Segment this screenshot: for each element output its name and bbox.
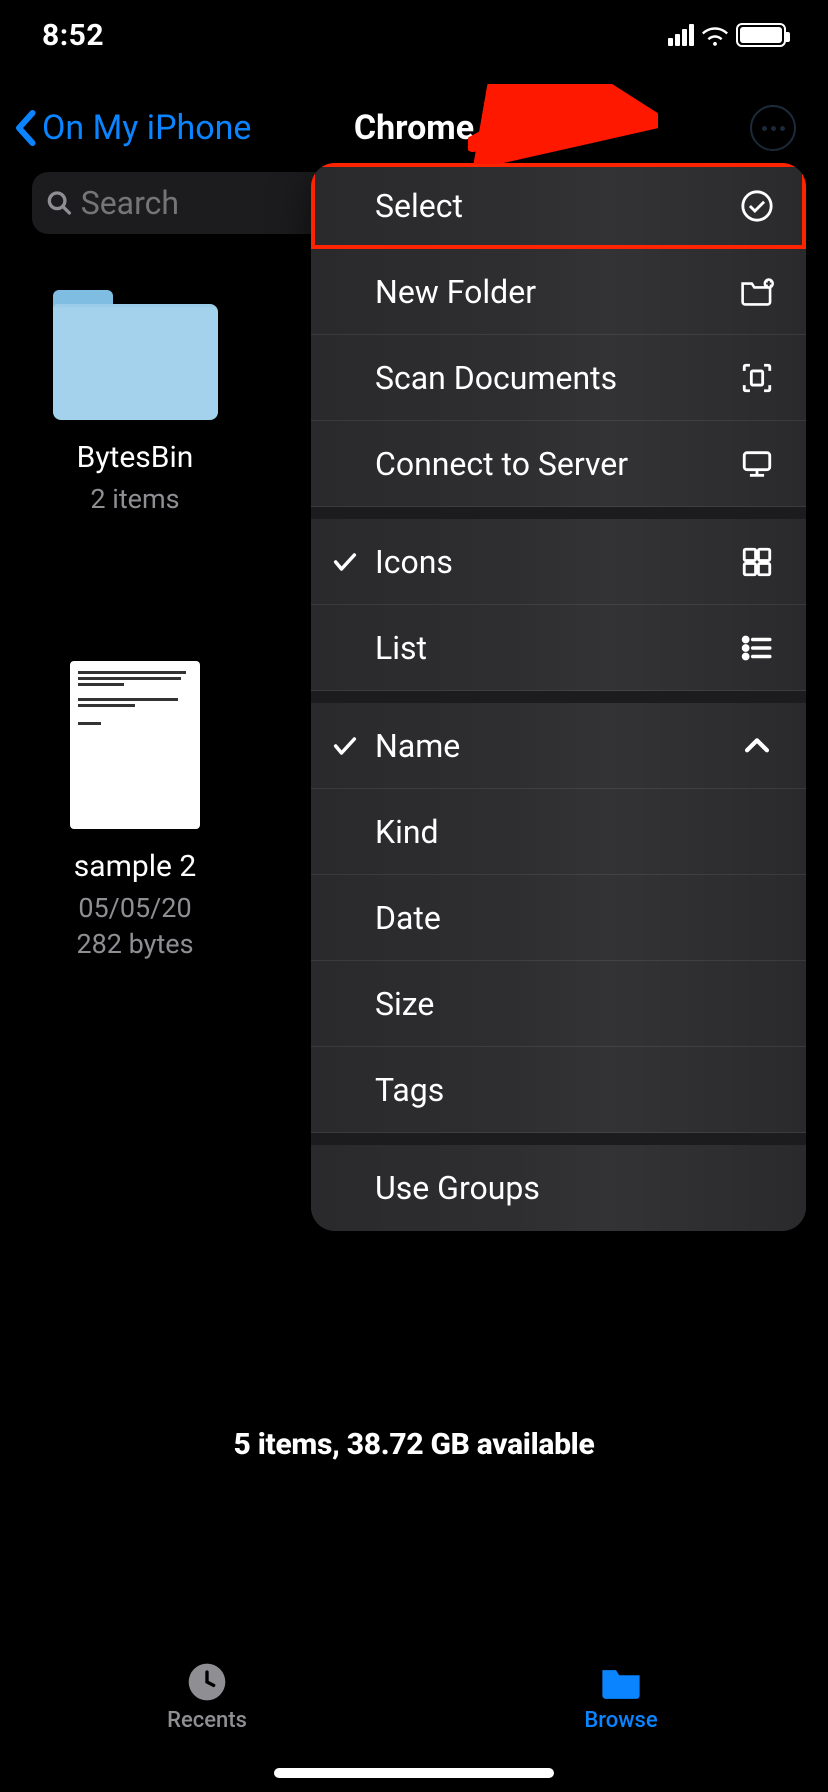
server-icon <box>740 447 774 481</box>
status-icons <box>668 23 786 47</box>
menu-size-label: Size <box>375 985 434 1023</box>
menu-use-groups[interactable]: Use Groups <box>311 1145 806 1231</box>
select-check-icon <box>740 189 774 223</box>
more-button[interactable] <box>750 105 796 151</box>
folder-icon <box>53 290 218 420</box>
new-folder-icon <box>740 275 774 309</box>
storage-info: 5 items, 38.72 GB available <box>0 1427 828 1462</box>
menu-scan-label: Scan Documents <box>375 359 617 397</box>
menu-sort-kind[interactable]: Kind <box>311 789 806 875</box>
menu-sort-date[interactable]: Date <box>311 875 806 961</box>
tab-recents[interactable]: Recents <box>0 1642 414 1752</box>
list-icon <box>740 631 774 665</box>
menu-groups-label: Use Groups <box>375 1169 540 1207</box>
menu-sort-tags[interactable]: Tags <box>311 1047 806 1133</box>
menu-connect-label: Connect to Server <box>375 445 628 483</box>
battery-icon <box>736 23 786 47</box>
page-title: Chrome <box>354 108 474 148</box>
document-date: 05/05/20 <box>78 892 191 924</box>
tab-recents-label: Recents <box>167 1708 247 1733</box>
context-menu: Select New Folder Scan Documents Connect… <box>311 163 806 1231</box>
folder-subtitle: 2 items <box>90 483 179 515</box>
cellular-icon <box>668 24 694 46</box>
status-bar: 8:52 <box>0 0 828 70</box>
status-time: 8:52 <box>42 18 104 53</box>
folder-item[interactable]: BytesBin 2 items <box>30 290 240 515</box>
menu-select-label: Select <box>375 187 463 225</box>
chevron-left-icon <box>14 110 36 146</box>
menu-kind-label: Kind <box>375 813 439 851</box>
menu-sort-size[interactable]: Size <box>311 961 806 1047</box>
back-label: On My iPhone <box>42 108 251 148</box>
menu-list-label: List <box>375 629 427 667</box>
nav-bar: On My iPhone Chrome <box>0 98 828 158</box>
home-indicator[interactable] <box>274 1768 554 1778</box>
menu-name-label: Name <box>375 727 460 765</box>
menu-connect-server[interactable]: Connect to Server <box>311 421 806 507</box>
file-column: BytesBin 2 items sample 2 05/05/20 282 b… <box>30 290 240 960</box>
document-item[interactable]: sample 2 05/05/20 282 bytes <box>30 661 240 960</box>
check-icon <box>331 732 359 760</box>
check-icon <box>331 548 359 576</box>
menu-view-list[interactable]: List <box>311 605 806 691</box>
tab-bar: Recents Browse <box>0 1642 828 1752</box>
scan-icon <box>740 361 774 395</box>
document-title: sample 2 <box>74 849 196 884</box>
menu-view-icons[interactable]: Icons <box>311 519 806 605</box>
tab-browse[interactable]: Browse <box>414 1642 828 1752</box>
menu-new-folder-label: New Folder <box>375 273 536 311</box>
grid-icon <box>740 545 774 579</box>
menu-new-folder[interactable]: New Folder <box>311 249 806 335</box>
folder-tab-icon <box>599 1662 643 1702</box>
menu-tags-label: Tags <box>375 1071 444 1109</box>
menu-sort-name[interactable]: Name <box>311 703 806 789</box>
search-icon <box>46 189 73 217</box>
back-button[interactable]: On My iPhone <box>0 108 251 148</box>
menu-icons-label: Icons <box>375 543 453 581</box>
wifi-icon <box>702 24 728 46</box>
document-icon <box>70 661 200 829</box>
menu-scan-documents[interactable]: Scan Documents <box>311 335 806 421</box>
document-size: 282 bytes <box>76 928 193 960</box>
clock-icon <box>185 1662 229 1702</box>
folder-title: BytesBin <box>77 440 194 475</box>
menu-date-label: Date <box>375 899 441 937</box>
chevron-up-icon <box>740 729 774 763</box>
menu-select[interactable]: Select <box>311 163 806 249</box>
tab-browse-label: Browse <box>584 1708 657 1733</box>
